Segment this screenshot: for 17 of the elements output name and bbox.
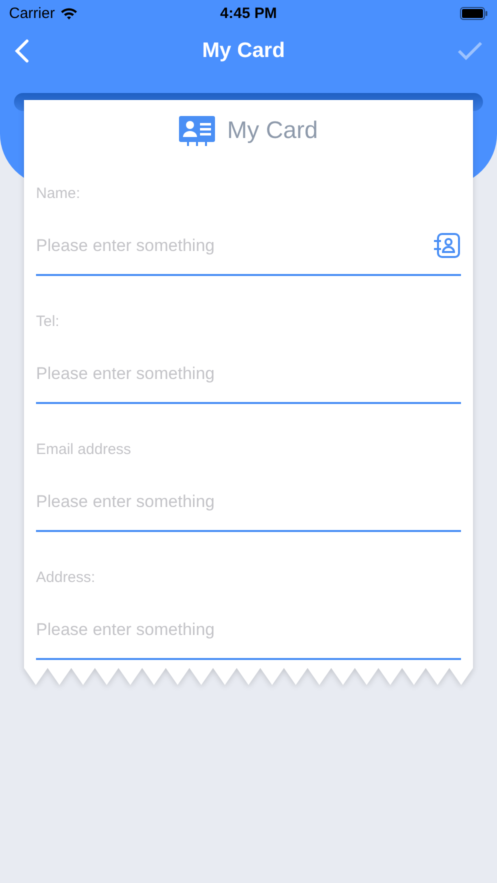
clock-time: 4:45 PM [220, 4, 277, 22]
back-button[interactable] [14, 39, 30, 63]
field-label: Tel: [36, 313, 60, 330]
battery-icon [460, 6, 488, 20]
field-label: Address: [36, 569, 96, 586]
input-field[interactable]: Please enter something [36, 615, 461, 645]
field-label: Name: [36, 185, 82, 202]
field-label: Email address [36, 441, 132, 458]
card-title: My Card [227, 117, 318, 145]
contact-book-icon[interactable] [433, 232, 461, 260]
wifi-icon [60, 6, 78, 20]
id-card-icon [179, 116, 216, 146]
carrier-label: Carrier [9, 4, 55, 22]
input-field[interactable]: Please enter something [36, 487, 461, 517]
nav-title: My Card [202, 39, 285, 63]
input-field[interactable]: Please enter something [36, 359, 461, 389]
input-field[interactable]: Please enter something [36, 231, 433, 261]
